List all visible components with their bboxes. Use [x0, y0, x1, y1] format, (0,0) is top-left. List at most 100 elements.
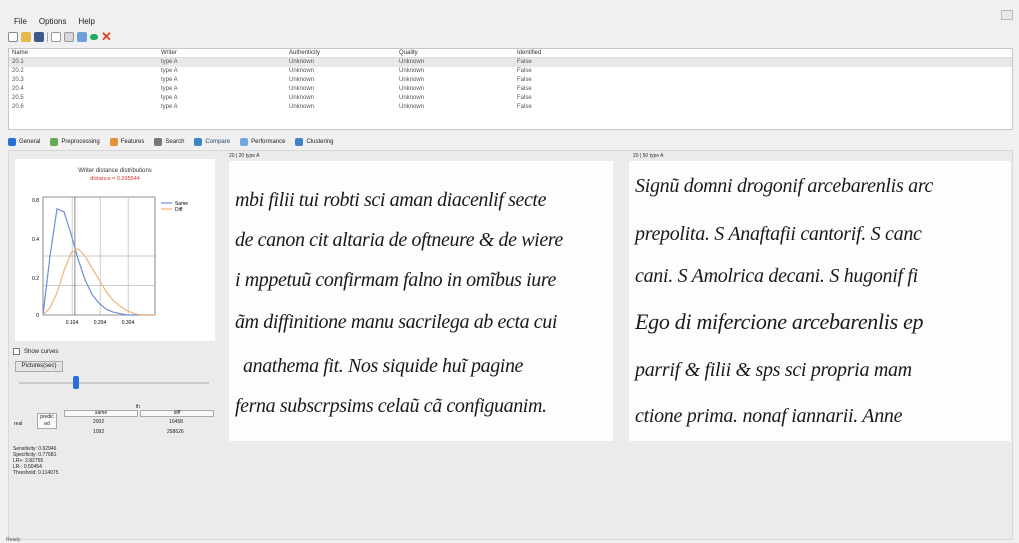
cell: Unknown [399, 68, 425, 74]
column-header-quality[interactable]: Quality [399, 49, 517, 58]
y-tick-label: 0 [36, 313, 39, 319]
tab-clustering[interactable]: Clustering [295, 138, 333, 146]
matrix-value: 1092 [93, 429, 105, 435]
cell: Unknown [399, 77, 425, 83]
cell: type A [161, 59, 178, 65]
y-tick-label: 0.4 [32, 237, 39, 243]
matrix-value: 258626 [167, 429, 184, 435]
tab-features[interactable]: Features [109, 138, 145, 146]
toolbar: ✕ [8, 30, 113, 44]
threshold-slider-track[interactable] [19, 382, 209, 384]
save-icon[interactable] [34, 32, 44, 42]
column-header-name[interactable]: Name [12, 49, 161, 58]
performance-icon [240, 138, 249, 146]
cell: False [517, 59, 532, 65]
cell: False [517, 68, 532, 74]
tab-search[interactable]: Search [154, 138, 184, 146]
manuscript-line: ctione prima. nonaf iannarii. Anne [635, 405, 903, 427]
statistics-block: Sensitivity: 0.62946 Specificity: 0.7768… [13, 446, 59, 476]
cell: type A [161, 95, 178, 101]
menu-options[interactable]: Options [39, 17, 67, 26]
cell: Unknown [289, 59, 315, 65]
tab-label: Features [120, 139, 145, 145]
table-row[interactable]: 20.5 type A Unknown Unknown False [9, 94, 1012, 103]
copy-icon[interactable] [51, 32, 61, 42]
table-row[interactable]: 20.1 type A Unknown Unknown False [9, 58, 1012, 67]
search-icon [154, 138, 163, 146]
tab-compare[interactable]: Compare [194, 138, 230, 146]
tab-preprocessing[interactable]: Preprocessing [50, 138, 100, 146]
checkbox-label: Show curves [24, 348, 59, 355]
column-header-authenticity[interactable]: Authenticity [289, 49, 399, 58]
menu-help[interactable]: Help [78, 17, 94, 26]
manuscript-line: de canon cit altaria de oftneure & de wi… [235, 229, 563, 251]
column-header-writer[interactable]: Writer [161, 49, 289, 58]
left-manuscript-image[interactable]: mbi filii tui robti sci aman diacenlif s… [229, 161, 613, 441]
manuscript-line: ãm diffinitione manu sacrilega ab ecta c… [235, 311, 558, 333]
cell: Unknown [399, 59, 425, 65]
matrix-col-diff: diff [140, 410, 214, 417]
tab-performance[interactable]: Performance [240, 138, 285, 146]
import-folder-icon[interactable] [77, 32, 87, 42]
cell: False [517, 104, 532, 110]
toolbar-separator [47, 32, 48, 42]
open-folder-icon[interactable] [21, 32, 31, 42]
document-grid: Name Writer Authenticity Quality Identif… [8, 48, 1013, 130]
grid-header: Name Writer Authenticity Quality Identif… [9, 49, 1012, 58]
cell: 20.6 [12, 104, 24, 110]
cell: False [517, 95, 532, 101]
tab-general[interactable]: General [8, 138, 40, 146]
cell: Unknown [399, 104, 425, 110]
manuscript-line: i mppetuũ confirmam falno in omĩbus iure [235, 269, 557, 291]
tab-label: Performance [251, 139, 286, 145]
matrix-corner-line: predic [40, 414, 54, 420]
tab-label: Compare [205, 139, 231, 145]
table-row[interactable]: 20.6 type A Unknown Unknown False [9, 103, 1012, 112]
matrix-col-same: same [64, 410, 138, 417]
cell: type A [161, 77, 178, 83]
column-header-identified[interactable]: Identified [517, 49, 637, 58]
matrix-corner: predic ed [37, 413, 57, 429]
matrix-value: 2002 [93, 419, 105, 425]
table-row[interactable]: 20.2 type A Unknown Unknown False [9, 67, 1012, 76]
cell: Unknown [289, 68, 315, 74]
chart-title: Writer distance distributions [78, 168, 152, 174]
table-row[interactable]: 20.3 type A Unknown Unknown False [9, 76, 1012, 85]
cell: 20.5 [12, 95, 24, 101]
cell: type A [161, 86, 178, 92]
table-row[interactable]: 20.4 type A Unknown Unknown False [9, 85, 1012, 94]
x-tick-label: 0.104 [66, 320, 79, 326]
y-tick-label: 0.8 [32, 198, 39, 204]
pictures-button[interactable]: Pictures(sec) [15, 361, 63, 372]
compare-icon [194, 138, 203, 146]
cell: Unknown [289, 104, 315, 110]
y-tick-label: 0.2 [32, 276, 39, 282]
new-file-icon[interactable] [8, 32, 18, 42]
manuscript-line: Ego di mifercione arcebarenlis ep [635, 309, 924, 334]
manuscript-line: Signũ domni drogonif arcebarenlis arc [635, 175, 934, 197]
x-tick-label: 0.204 [94, 320, 107, 326]
right-manuscript-image[interactable]: Signũ domni drogonif arcebarenlis arc pr… [629, 161, 1011, 441]
link-icon[interactable] [90, 34, 98, 40]
cell: False [517, 86, 532, 92]
threshold-slider-thumb[interactable] [73, 376, 79, 389]
clustering-icon [295, 138, 304, 146]
chart-subtitle: distance = 0.295544 [90, 176, 140, 182]
tab-label: General [19, 139, 41, 145]
checkbox-box[interactable] [13, 348, 20, 355]
status-bar: Ready [6, 537, 21, 543]
general-icon [8, 138, 16, 146]
cell: Unknown [289, 86, 315, 92]
cell: Unknown [289, 77, 315, 83]
left-image-label: 20 | 20 type A [229, 153, 260, 159]
window-corner-icon[interactable] [1001, 10, 1013, 20]
cell: Unknown [399, 95, 425, 101]
show-curves-checkbox[interactable]: Show curves [13, 348, 58, 355]
cell: 20.2 [12, 68, 24, 74]
paste-icon[interactable] [64, 32, 74, 42]
cell: Unknown [289, 95, 315, 101]
menu-file[interactable]: File [14, 17, 27, 26]
delete-icon[interactable]: ✕ [101, 30, 113, 43]
manuscript-line: cani. S Amolrica decani. S hugonif fi [635, 265, 918, 287]
menu-bar: File Options Help [0, 14, 1019, 28]
